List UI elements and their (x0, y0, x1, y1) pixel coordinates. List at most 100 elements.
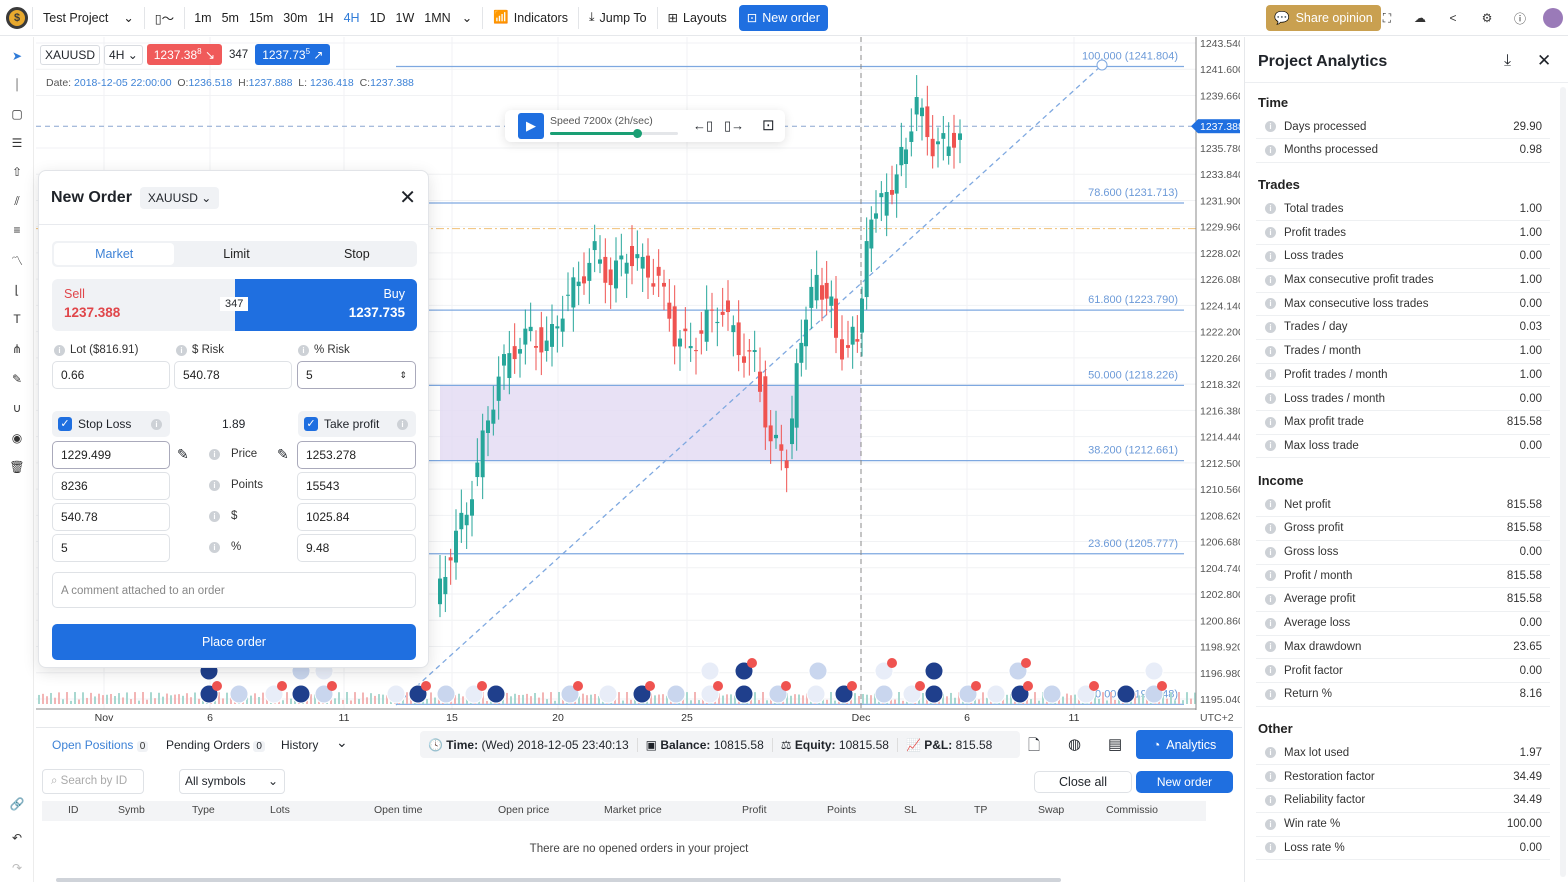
economic-event-flag[interactable] (734, 684, 754, 704)
text-icon[interactable]: T (7, 309, 27, 329)
tabs-more-icon[interactable]: ⌄ (336, 734, 348, 751)
share-opinion-button[interactable]: 💬 Share opinion (1266, 5, 1381, 31)
tp-x-input[interactable]: 9.48 (297, 534, 416, 562)
sl-points-input[interactable]: 8236 (52, 472, 170, 500)
column-header[interactable]: Market price (604, 804, 662, 816)
economic-event-flag[interactable] (924, 661, 944, 681)
info-icon[interactable]: i (1265, 416, 1276, 428)
info-icon[interactable]: i (1265, 818, 1276, 830)
layouts-button[interactable]: ⊞ Layouts (662, 5, 733, 31)
measure-icon[interactable]: ⌊ (7, 280, 27, 300)
economic-event-flag[interactable] (1144, 661, 1164, 681)
speed-slider[interactable] (550, 129, 678, 138)
info-icon[interactable]: i (1265, 617, 1276, 629)
settings-gear-icon[interactable]: ⚙ (1477, 8, 1497, 28)
buy-button[interactable]: Buy 1237.735 (234, 279, 417, 331)
step-forward-icon[interactable]: ▯→ (724, 118, 744, 134)
stepper-icon[interactable]: ⇕ (399, 362, 407, 388)
timeframe-1w[interactable]: 1W (391, 11, 420, 25)
economic-event-flag[interactable] (808, 661, 828, 681)
eyedropper-icon[interactable]: ✎ (177, 446, 189, 463)
symbol-label[interactable]: XAUUSD (40, 44, 101, 65)
fib-retracement-icon[interactable]: ☰ (7, 133, 27, 153)
brush-icon[interactable]: ✎ (7, 369, 27, 389)
sl-x-input[interactable]: 540.78 (52, 503, 170, 531)
share-icon[interactable]: < (1443, 8, 1463, 28)
lot-input[interactable]: 0.66 (52, 361, 170, 389)
globe-icon[interactable]: ◍ (1068, 735, 1081, 753)
help-icon[interactable]: ⓘ (1510, 8, 1530, 28)
info-icon[interactable]: i (1265, 298, 1276, 310)
play-button[interactable]: ▶ (518, 113, 544, 139)
economic-event-flag[interactable] (598, 684, 618, 704)
timezone-label[interactable]: UTC+2 (1200, 712, 1234, 724)
info-icon[interactable]: i (1265, 570, 1276, 582)
take-profit-toggle[interactable]: ✓ Take profit i (298, 411, 416, 437)
column-header[interactable]: Symb (118, 804, 145, 816)
info-icon[interactable]: i (1265, 203, 1276, 215)
tab-market[interactable]: Market (54, 243, 175, 265)
info-icon[interactable]: i (1265, 393, 1276, 404)
timeframe-1mn[interactable]: 1MN (419, 11, 455, 25)
info-icon[interactable]: i (1265, 546, 1276, 558)
comment-input[interactable]: A comment attached to an order (52, 572, 416, 608)
economic-event-flag[interactable] (436, 684, 456, 704)
search-input[interactable]: ⌕ Search by ID (42, 769, 144, 794)
economic-event-flag[interactable] (291, 684, 311, 704)
project-selector[interactable]: Test Project ⌄ (37, 5, 140, 31)
column-header[interactable]: Commissio (1106, 804, 1158, 816)
economic-event-flag[interactable] (486, 684, 506, 704)
timeframe-15m[interactable]: 15m (244, 11, 278, 25)
timeframe-1m[interactable]: 1m (189, 11, 216, 25)
risk-input[interactable]: 540.78 (174, 361, 292, 389)
analytics-scrollbar[interactable] (1560, 87, 1566, 877)
buy-price-button[interactable]: 1237.735 ↗ (255, 44, 331, 65)
info-icon[interactable]: i (1265, 842, 1276, 854)
tp-x-input[interactable]: 1025.84 (297, 503, 416, 531)
cursor-icon[interactable]: ➤ (7, 46, 27, 66)
column-header[interactable]: Open time (374, 804, 422, 816)
sell-button[interactable]: Sell 1237.388 (52, 279, 235, 331)
document-icon[interactable]: 🗋 (1028, 735, 1040, 760)
magnet-icon[interactable]: ∪ (7, 398, 27, 418)
eye-icon[interactable]: ◉ (7, 428, 27, 448)
economic-event-flag[interactable] (986, 684, 1006, 704)
tab-pending-orders[interactable]: Pending Orders 0 (166, 738, 265, 752)
info-icon[interactable]: i (1265, 144, 1276, 156)
tab-limit[interactable]: Limit (176, 241, 296, 267)
column-header[interactable]: ID (68, 804, 79, 816)
column-header[interactable]: Type (192, 804, 215, 816)
economic-event-flag[interactable] (806, 684, 826, 704)
economic-event-flag[interactable] (924, 684, 944, 704)
info-icon[interactable]: i (1265, 227, 1276, 239)
jump-to-button[interactable]: ⤓ Jump To (583, 5, 653, 31)
analytics-button[interactable]: ◔ Analytics (1136, 730, 1233, 759)
info-icon[interactable]: i (1265, 121, 1276, 132)
pct-risk-stepper[interactable]: 5 ⇕ (297, 361, 416, 389)
place-order-button[interactable]: Place order (52, 624, 416, 660)
tab-history[interactable]: History (281, 738, 318, 752)
rectangle-icon[interactable]: ▢ (7, 104, 27, 124)
timeframe-dropdown[interactable]: 4H ⌄ (104, 44, 143, 65)
timeframe-5m[interactable]: 5m (217, 11, 244, 25)
screenshot-icon[interactable]: ⛶ (1377, 8, 1397, 28)
chart-type-button[interactable]: ▯〜 (149, 5, 180, 31)
economic-event-flag[interactable] (229, 684, 249, 704)
cloud-icon[interactable]: ☁ (1410, 8, 1430, 28)
economic-event-flag[interactable] (700, 661, 720, 681)
checkbox-checked-icon[interactable]: ✓ (304, 417, 318, 431)
column-header[interactable]: Lots (270, 804, 290, 816)
economic-event-flag[interactable] (1116, 684, 1136, 704)
stop-loss-toggle[interactable]: ✓ Stop Loss i (52, 411, 170, 437)
step-back-icon[interactable]: ←▯ (693, 118, 713, 134)
timeframe-30m[interactable]: 30m (278, 11, 312, 25)
info-icon[interactable]: i (1265, 593, 1276, 605)
order-from-chart-icon[interactable]: ⊡ (762, 116, 775, 134)
info-icon[interactable]: i (1265, 665, 1276, 676)
column-header[interactable]: SL (904, 804, 917, 816)
timeframe-4h[interactable]: 4H (339, 11, 365, 25)
symbols-filter-select[interactable]: All symbols ⌄ (179, 769, 285, 794)
info-icon[interactable]: i (1265, 688, 1276, 700)
info-icon[interactable]: i (1265, 321, 1276, 333)
sl-price-input[interactable]: 1229.499 (52, 441, 170, 469)
